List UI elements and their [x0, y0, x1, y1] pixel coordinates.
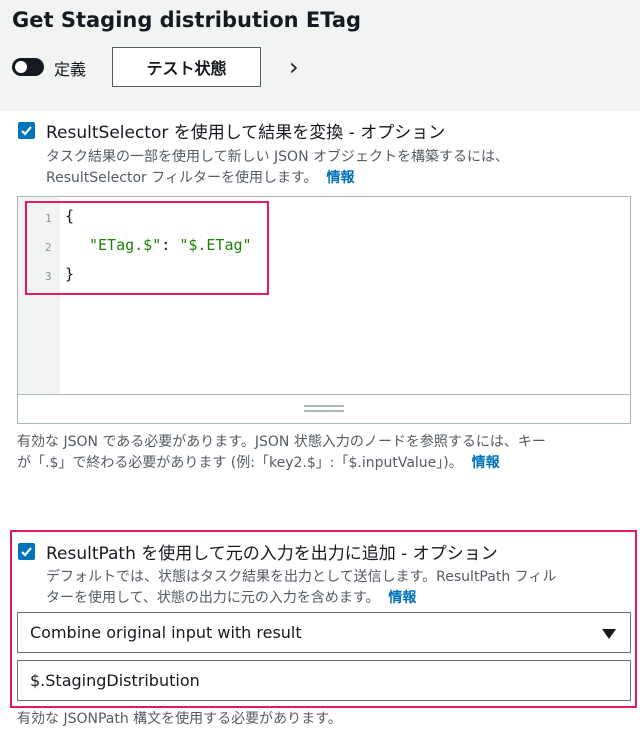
desc-line: タスク結果の一部を使用して新しい JSON オブジェクトを構築するには、 [46, 149, 509, 165]
result-selector-checkbox[interactable] [18, 122, 35, 139]
toggle-label: 定義 [54, 60, 87, 79]
result-selector-description: タスク結果の一部を使用して新しい JSON オブジェクトを構築するには、 Res… [46, 147, 509, 189]
editor-resize-handle[interactable] [18, 394, 630, 423]
checkmark-icon [21, 126, 32, 136]
desc-line: ResultSelector フィルターを使用します。 情報 [46, 168, 509, 189]
help-line: が「.$」で終わる必要があります (例:「key2.$」:「$.inputVal… [17, 453, 546, 474]
help-text: が「.$」で終わる必要があります (例:「key2.$」:「$.inputVal… [17, 455, 463, 471]
info-link[interactable]: 情報 [472, 455, 500, 471]
desc-text: ResultSelector フィルターを使用します。 [46, 170, 318, 186]
test-state-button[interactable]: テスト状態 [112, 47, 261, 87]
grip-icon [304, 405, 344, 412]
toggle-knob [15, 61, 27, 73]
json-help-text: 有効な JSON である必要があります。JSON 状態入力のノードを参照するには… [17, 432, 546, 474]
jsonpath-footnote: 有効な JSONPath 構文を使用する必要があります。 [17, 711, 342, 727]
code-highlight-box [25, 201, 269, 295]
definition-toggle[interactable] [12, 58, 44, 76]
chevron-right-icon[interactable]: › [289, 55, 299, 79]
state-title: Get Staging distribution ETag [12, 8, 362, 32]
help-line: 有効な JSON である必要があります。JSON 状態入力のノードを参照するには… [17, 434, 546, 450]
state-header: Get Staging distribution ETag 定義 テスト状態 › [0, 0, 640, 111]
result-path-highlight-box [10, 530, 637, 708]
info-link[interactable]: 情報 [326, 170, 354, 186]
result-selector-label: ResultSelector を使用して結果を変換 - オプション [46, 123, 446, 143]
